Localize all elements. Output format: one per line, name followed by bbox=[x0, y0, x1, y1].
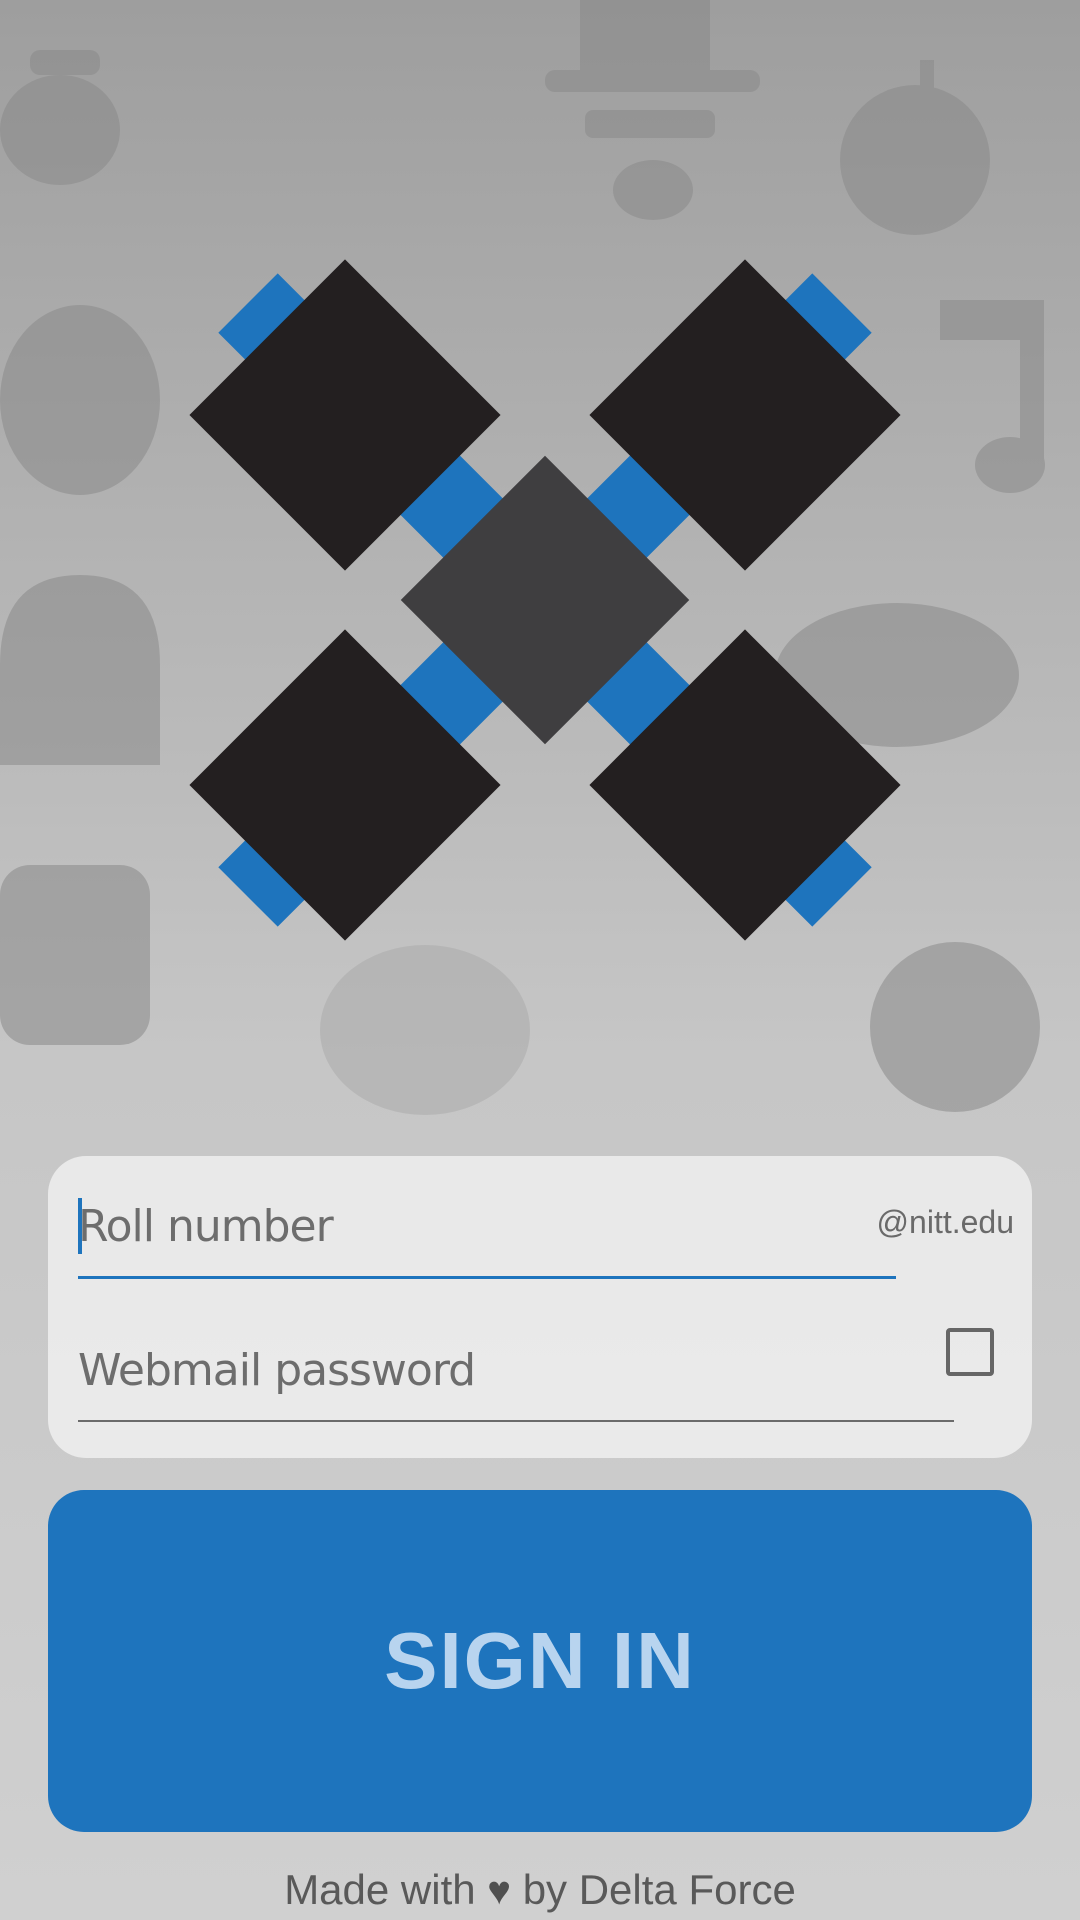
roll-number-field bbox=[78, 1186, 896, 1279]
hat-icon bbox=[545, 0, 760, 220]
footer-prefix: Made with bbox=[284, 1866, 476, 1913]
sign-in-button[interactable]: SIGN IN bbox=[48, 1490, 1032, 1832]
login-card: @nitt.edu bbox=[48, 1156, 1032, 1458]
skull-icon bbox=[0, 50, 120, 185]
footer-suffix: by Delta Force bbox=[522, 1866, 796, 1913]
password-input[interactable] bbox=[78, 1330, 954, 1410]
footer-credit: Made with ♥ by Delta Force bbox=[0, 1866, 1080, 1914]
text-cursor bbox=[78, 1198, 82, 1254]
app-logo bbox=[189, 259, 901, 941]
password-field bbox=[78, 1330, 954, 1422]
heart-icon: ♥ bbox=[487, 1869, 512, 1913]
show-password-checkbox[interactable] bbox=[946, 1328, 994, 1376]
email-domain-suffix: @nitt.edu bbox=[876, 1204, 1014, 1240]
camera-icon bbox=[0, 865, 150, 1045]
roll-number-input[interactable] bbox=[78, 1186, 896, 1266]
